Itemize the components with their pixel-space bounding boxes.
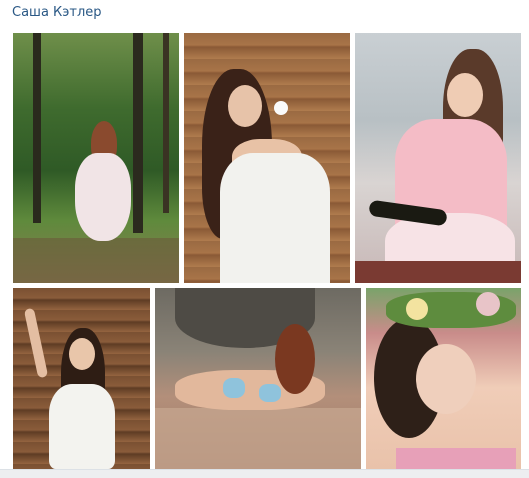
tree-trunk bbox=[133, 33, 143, 233]
flower bbox=[476, 292, 500, 316]
hair bbox=[275, 324, 315, 394]
top bbox=[396, 448, 516, 469]
photo-grid bbox=[0, 0, 529, 477]
face bbox=[416, 344, 476, 414]
photo-thumbnail-wooden-wall-arm-up[interactable] bbox=[13, 288, 150, 469]
tree-trunk bbox=[33, 33, 41, 223]
photo-thumbnail-wooden-wall-rose[interactable] bbox=[184, 33, 350, 283]
photo-thumbnail-beach[interactable] bbox=[155, 288, 361, 469]
photo-thumbnail-pink-top-champagne[interactable] bbox=[355, 33, 521, 283]
photo-thumbnail-forest[interactable] bbox=[13, 33, 179, 283]
arm bbox=[23, 307, 49, 379]
face bbox=[228, 85, 262, 127]
table bbox=[355, 261, 521, 283]
tree-trunk bbox=[163, 33, 169, 213]
dress bbox=[220, 153, 330, 283]
rose bbox=[274, 101, 288, 115]
swimsuit bbox=[223, 378, 245, 398]
dress bbox=[49, 384, 115, 469]
face bbox=[69, 338, 95, 370]
face bbox=[447, 73, 483, 117]
swimsuit bbox=[259, 384, 281, 402]
flower bbox=[406, 298, 428, 320]
dress bbox=[75, 153, 131, 241]
photo-thumbnail-flower-crown[interactable] bbox=[366, 288, 521, 469]
water bbox=[155, 408, 361, 469]
ground bbox=[13, 238, 179, 283]
